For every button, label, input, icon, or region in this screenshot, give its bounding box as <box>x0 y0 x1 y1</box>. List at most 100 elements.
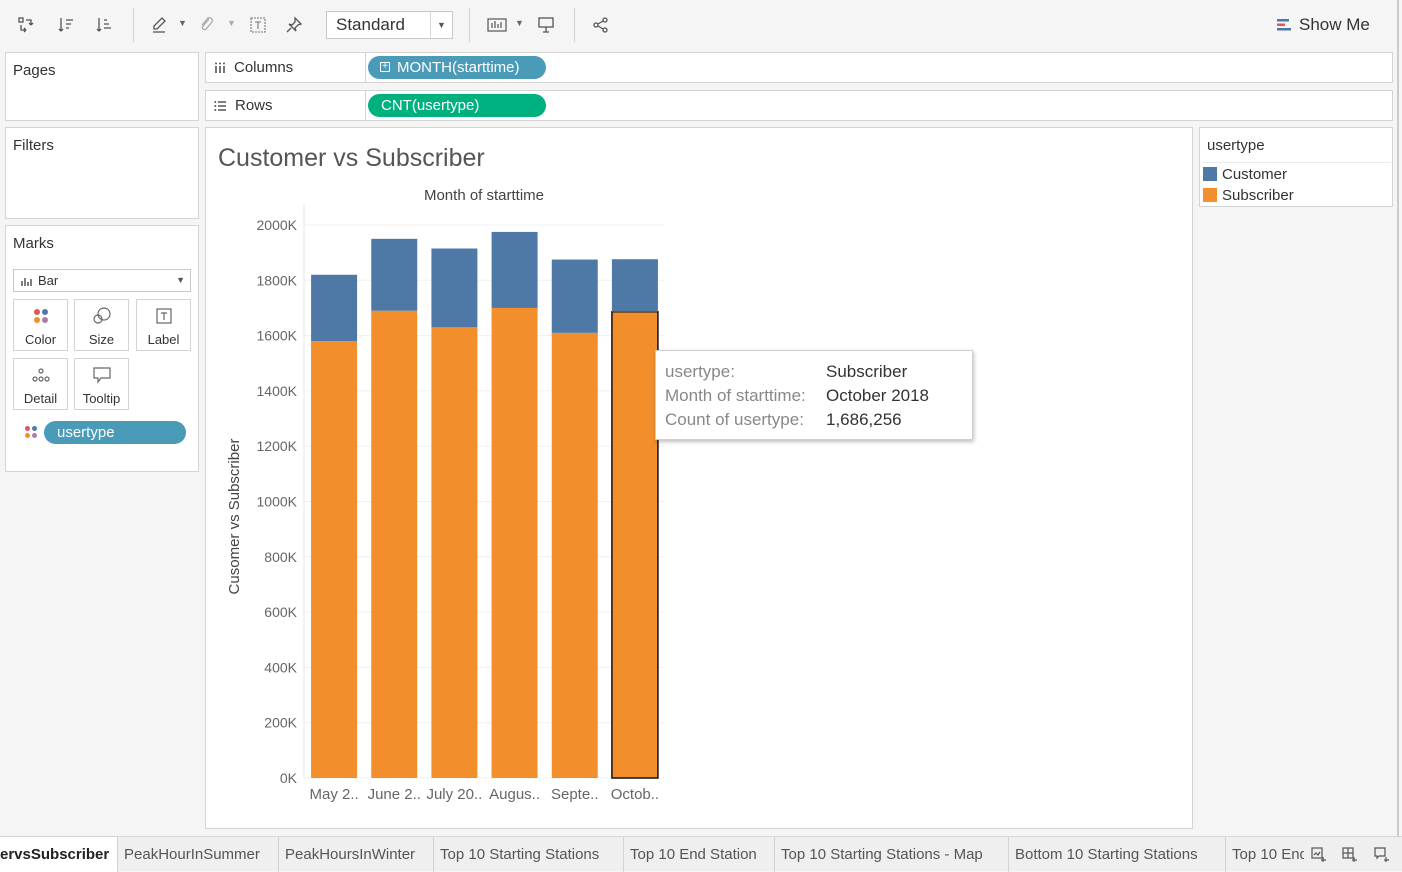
columns-icon <box>215 62 225 73</box>
show-cards-icon[interactable] <box>486 14 508 36</box>
group-members-icon[interactable] <box>196 14 218 36</box>
show-me-button[interactable]: Show Me <box>1276 13 1370 37</box>
chevron-down-icon: ▼ <box>430 12 452 38</box>
bar-subscriber-2 <box>431 327 478 778</box>
legend-swatch <box>1203 188 1217 202</box>
bar-subscriber-5 <box>611 311 659 779</box>
highlight-pen-icon[interactable] <box>148 14 170 36</box>
marks-title: Marks <box>13 235 54 252</box>
show-mark-labels-icon[interactable] <box>247 14 269 36</box>
size-circles-icon <box>75 306 128 326</box>
rows-shelf-label: Rows <box>206 91 366 120</box>
legend-item-label: Customer <box>1222 165 1288 183</box>
bar-customer-0 <box>311 274 358 342</box>
show-me-label: Show Me <box>1299 15 1370 34</box>
detail-dots-icon <box>14 365 67 385</box>
month-starttime-pill[interactable]: + MONTH(starttime) <box>368 56 546 79</box>
fit-select[interactable]: Standard ▼ <box>326 11 453 39</box>
x-tick-label: Octob.. <box>611 786 659 803</box>
columns-shelf[interactable]: Columns + MONTH(starttime) <box>205 52 1393 83</box>
color-button[interactable]: Color <box>13 299 68 351</box>
rows-shelf[interactable]: Rows CNT(usertype) <box>205 90 1393 121</box>
label-text-icon <box>137 306 190 326</box>
columns-label: Columns <box>234 59 294 76</box>
tab-peak-hours-in-winter[interactable]: PeakHoursInWinter <box>279 837 434 872</box>
tab-bottom-10-starting-stations[interactable]: Bottom 10 Starting Stations <box>1009 837 1226 872</box>
swap-rows-columns-icon[interactable] <box>15 14 37 36</box>
size-button[interactable]: Size <box>74 299 129 351</box>
legend-item-label: Subscriber <box>1222 186 1294 204</box>
tab-top-10-starting-stations-map[interactable]: Top 10 Starting Stations - Map <box>775 837 1009 872</box>
y-tick-label: 0K <box>280 770 298 786</box>
new-worksheet-icon[interactable] <box>1309 845 1329 865</box>
filters-title: Filters <box>13 137 54 154</box>
bar-subscriber-1 <box>371 310 418 778</box>
tooltip-value: Subscriber <box>826 362 908 381</box>
sort-descending-icon[interactable] <box>93 14 115 36</box>
detail-button[interactable]: Detail <box>13 358 68 410</box>
mark-type-select[interactable]: Bar ▼ <box>13 269 191 292</box>
bar-customer-5 <box>611 259 658 312</box>
show-cards-caret-icon[interactable]: ▼ <box>515 18 524 28</box>
month-starttime-pill-label: MONTH(starttime) <box>397 59 520 76</box>
legend-item-customer[interactable]: Customer <box>1203 164 1287 184</box>
tooltip-key: Month of starttime: <box>665 386 806 405</box>
fit-select-value: Standard <box>336 15 405 34</box>
y-tick-label: 1000K <box>257 494 298 510</box>
columns-shelf-label: Columns <box>206 53 366 82</box>
window-edge <box>1397 0 1399 836</box>
label-button[interactable]: Label <box>136 299 191 351</box>
legend-title: usertype <box>1207 137 1265 154</box>
usertype-color-pill[interactable]: usertype <box>44 421 186 444</box>
toolbar: ▼ ▼ Standard ▼ ▼ Show Me <box>0 0 1402 50</box>
bar-chart-icon <box>21 278 32 286</box>
bar-subscriber-3 <box>491 307 538 778</box>
y-tick-label: 200K <box>264 715 297 731</box>
group-caret-icon[interactable]: ▼ <box>227 18 236 28</box>
bar-subscriber-4 <box>551 332 598 778</box>
expand-plus-icon[interactable]: + <box>380 62 390 72</box>
x-tick-label: June 2.. <box>368 786 421 803</box>
tooltip-button-label: Tooltip <box>82 391 121 406</box>
tab-top-10-starting-stations[interactable]: Top 10 Starting Stations <box>434 837 624 872</box>
rows-icon <box>214 100 226 111</box>
presentation-mode-icon[interactable] <box>535 14 557 36</box>
new-story-icon[interactable] <box>1372 845 1392 865</box>
y-tick-label: 1200K <box>257 438 298 454</box>
sheet-tab-bar: ervsSubscriber PeakHourInSummer PeakHour… <box>0 836 1402 872</box>
tab-customer-vs-subscriber[interactable]: ervsSubscriber <box>0 837 118 872</box>
tooltip-key: Count of usertype: <box>665 410 804 429</box>
legend-item-subscriber[interactable]: Subscriber <box>1203 185 1294 205</box>
show-me-icon <box>1277 19 1291 31</box>
y-tick-label: 1800K <box>257 272 298 288</box>
y-tick-label: 1600K <box>257 328 298 344</box>
tab-peak-hour-in-summer[interactable]: PeakHourInSummer <box>118 837 279 872</box>
x-tick-label: July 20.. <box>426 786 482 803</box>
x-axis-title: Month of starttime <box>424 187 544 204</box>
tab-top-10-end-truncated[interactable]: Top 10 End <box>1226 837 1304 872</box>
label-button-label: Label <box>147 332 180 347</box>
tab-top-10-end-station[interactable]: Top 10 End Station <box>624 837 775 872</box>
rows-label: Rows <box>235 97 273 114</box>
x-tick-label: May 2.. <box>309 786 358 803</box>
pages-shelf[interactable]: Pages <box>5 52 199 121</box>
x-tick-label: Augus.. <box>489 786 540 803</box>
color-dots-icon <box>14 306 67 326</box>
color-encoding-icon <box>25 426 37 438</box>
bar-subscriber-0 <box>311 341 358 778</box>
y-tick-label: 1400K <box>257 383 298 399</box>
tooltip-key: usertype: <box>665 362 735 381</box>
highlight-caret-icon[interactable]: ▼ <box>178 18 187 28</box>
sort-ascending-icon[interactable] <box>55 14 77 36</box>
bar-customer-2 <box>431 248 478 328</box>
cnt-usertype-pill[interactable]: CNT(usertype) <box>368 94 546 117</box>
tooltip-button[interactable]: Tooltip <box>74 358 129 410</box>
share-icon[interactable] <box>590 14 612 36</box>
tooltip-value: 1,686,256 <box>826 410 902 429</box>
worksheet-view: Customer vs Subscriber Month of starttim… <box>205 127 1193 829</box>
filters-shelf[interactable]: Filters <box>5 127 199 219</box>
pages-title: Pages <box>13 62 56 79</box>
marks-card: Marks Bar ▼ Color Size Label Detail Tool… <box>5 225 199 472</box>
new-dashboard-icon[interactable] <box>1340 845 1360 865</box>
fix-axes-pin-icon[interactable] <box>283 14 305 36</box>
